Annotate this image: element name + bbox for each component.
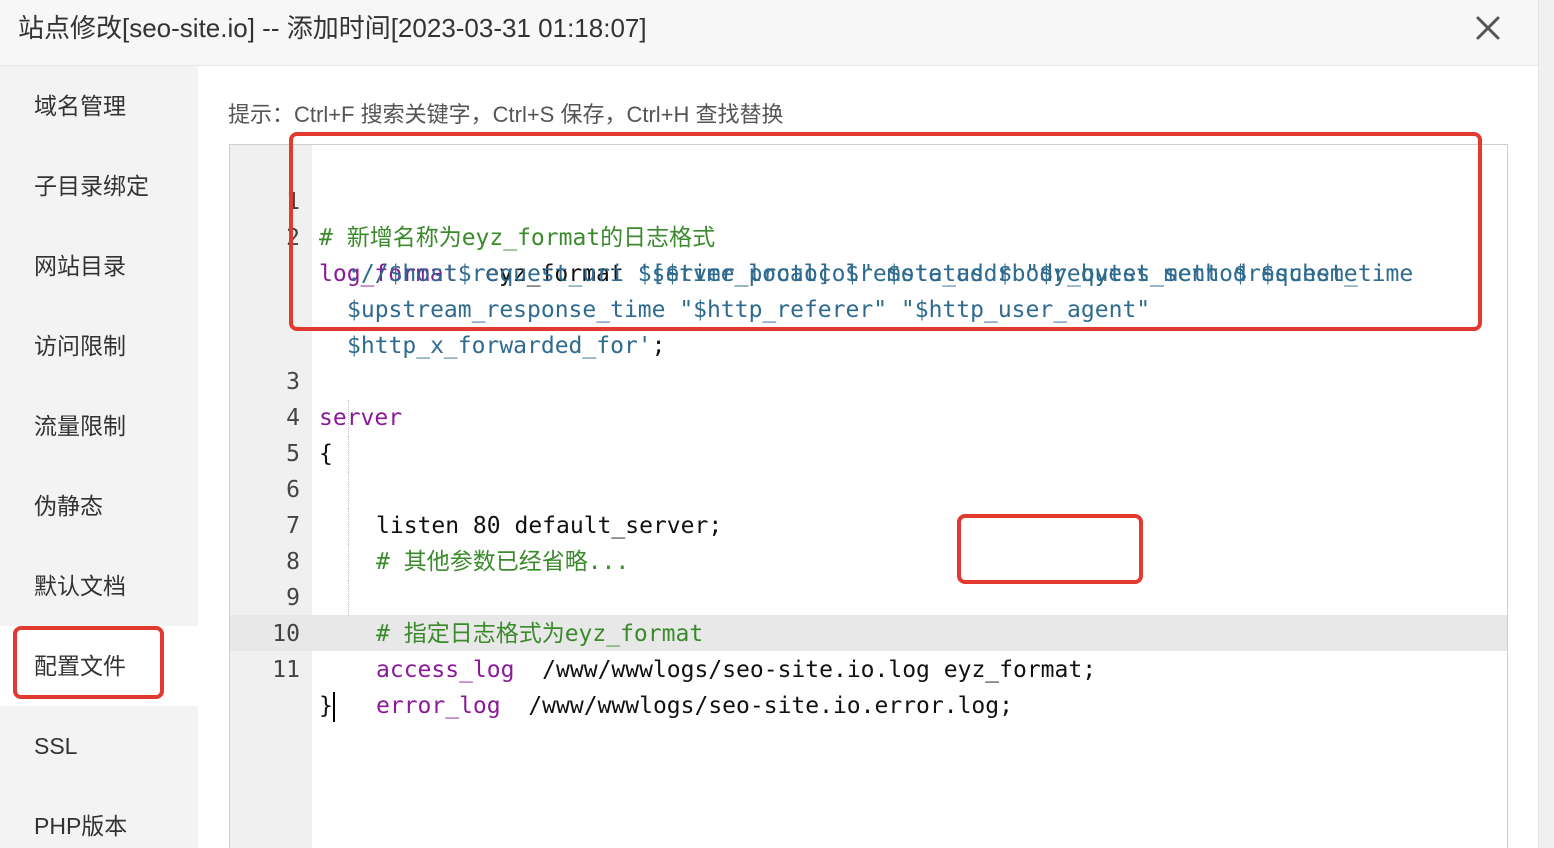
- highlight-box: [13, 626, 164, 699]
- dialog-title: 站点修改[seo-site.io] -- 添加时间[2023-03-31 01:…: [18, 13, 647, 43]
- sidebar-item-access-limit[interactable]: 访问限制: [0, 306, 198, 386]
- code-line: 3 server: [230, 328, 1507, 431]
- indent-guide: [348, 544, 349, 580]
- site-edit-dialog: 站点修改[seo-site.io] -- 添加时间[2023-03-31 01:…: [0, 0, 1538, 848]
- sidebar-item-domain[interactable]: 域名管理: [0, 66, 198, 146]
- code-keyword: error_log: [376, 693, 501, 719]
- sidebar-item-label: SSL: [34, 733, 78, 759]
- code-text: error_log /www/wwwlogs/seo-site.io.error…: [376, 688, 1013, 724]
- code-line: 8 # 指定日志格式为eyz_format: [230, 508, 1507, 647]
- highlight-box: [957, 514, 1143, 584]
- code-line: 10 error_log /www/wwwlogs/seo-site.io.er…: [230, 580, 1507, 719]
- code-text: access_log /www/wwwlogs/seo-site.io.log …: [376, 652, 1096, 688]
- sidebar-item-label: 域名管理: [34, 93, 126, 119]
- sidebar-item-label: 网站目录: [34, 253, 126, 279]
- sidebar-item-label: 伪静态: [34, 493, 103, 519]
- code-line: 6 # 其他参数已经省略...: [230, 436, 1507, 575]
- indent-guide: [348, 508, 349, 544]
- code-line: 11 }: [230, 616, 1507, 722]
- sidebar-item-site-dir[interactable]: 网站目录: [0, 226, 198, 306]
- sidebar-item-label: 访问限制: [34, 333, 126, 359]
- sidebar-item-ssl[interactable]: SSL: [0, 706, 198, 786]
- code-text: /www/wwwlogs/seo-site.io.log: [514, 657, 944, 683]
- indent-guide: [348, 580, 349, 616]
- sidebar-item-label: 流量限制: [34, 413, 126, 439]
- sidebar: 域名管理 子目录绑定 网站目录 访问限制 流量限制 伪静态 默认文档 配置文件 …: [0, 66, 198, 848]
- code-text: }: [319, 688, 335, 724]
- sidebar-item-label: 子目录绑定: [34, 173, 149, 199]
- sidebar-item-php-version[interactable]: PHP版本: [0, 786, 198, 848]
- indent-guide: [348, 472, 349, 508]
- sidebar-item-traffic-limit[interactable]: 流量限制: [0, 386, 198, 466]
- editor-hint: 提示：Ctrl+F 搜索关键字，Ctrl+S 保存，Ctrl+H 查找替换: [228, 102, 784, 127]
- code-text: /www/wwwlogs/seo-site.io.error.log;: [500, 693, 1013, 719]
- code-line: 7: [230, 472, 1507, 539]
- sidebar-item-label: 默认文档: [34, 573, 126, 599]
- code-line: 9 access_log /www/wwwlogs/seo-site.io.lo…: [230, 544, 1507, 683]
- text-caret: [332, 691, 335, 722]
- close-icon[interactable]: [1468, 8, 1508, 48]
- indent-guide: [348, 400, 349, 436]
- line-number: 11: [272, 657, 300, 683]
- sidebar-item-default-doc[interactable]: 默认文档: [0, 546, 198, 626]
- dialog-titlebar: 站点修改[seo-site.io] -- 添加时间[2023-03-31 01:…: [0, 0, 1538, 66]
- code-text: eyz_format;: [943, 657, 1097, 683]
- sidebar-item-label: PHP版本: [34, 813, 128, 839]
- code-line: 5 listen 80 default_server;: [230, 400, 1507, 539]
- code-text: }: [319, 693, 333, 719]
- code-keyword: access_log: [376, 657, 515, 683]
- scrollbar[interactable]: [1538, 0, 1554, 848]
- sidebar-item-config-file[interactable]: 配置文件: [0, 626, 198, 706]
- sidebar-item-subdir[interactable]: 子目录绑定: [0, 146, 198, 226]
- indent-guide: [348, 436, 349, 472]
- sidebar-item-rewrite[interactable]: 伪静态: [0, 466, 198, 546]
- highlight-box: [289, 132, 1482, 331]
- code-line: 4 {: [230, 364, 1507, 467]
